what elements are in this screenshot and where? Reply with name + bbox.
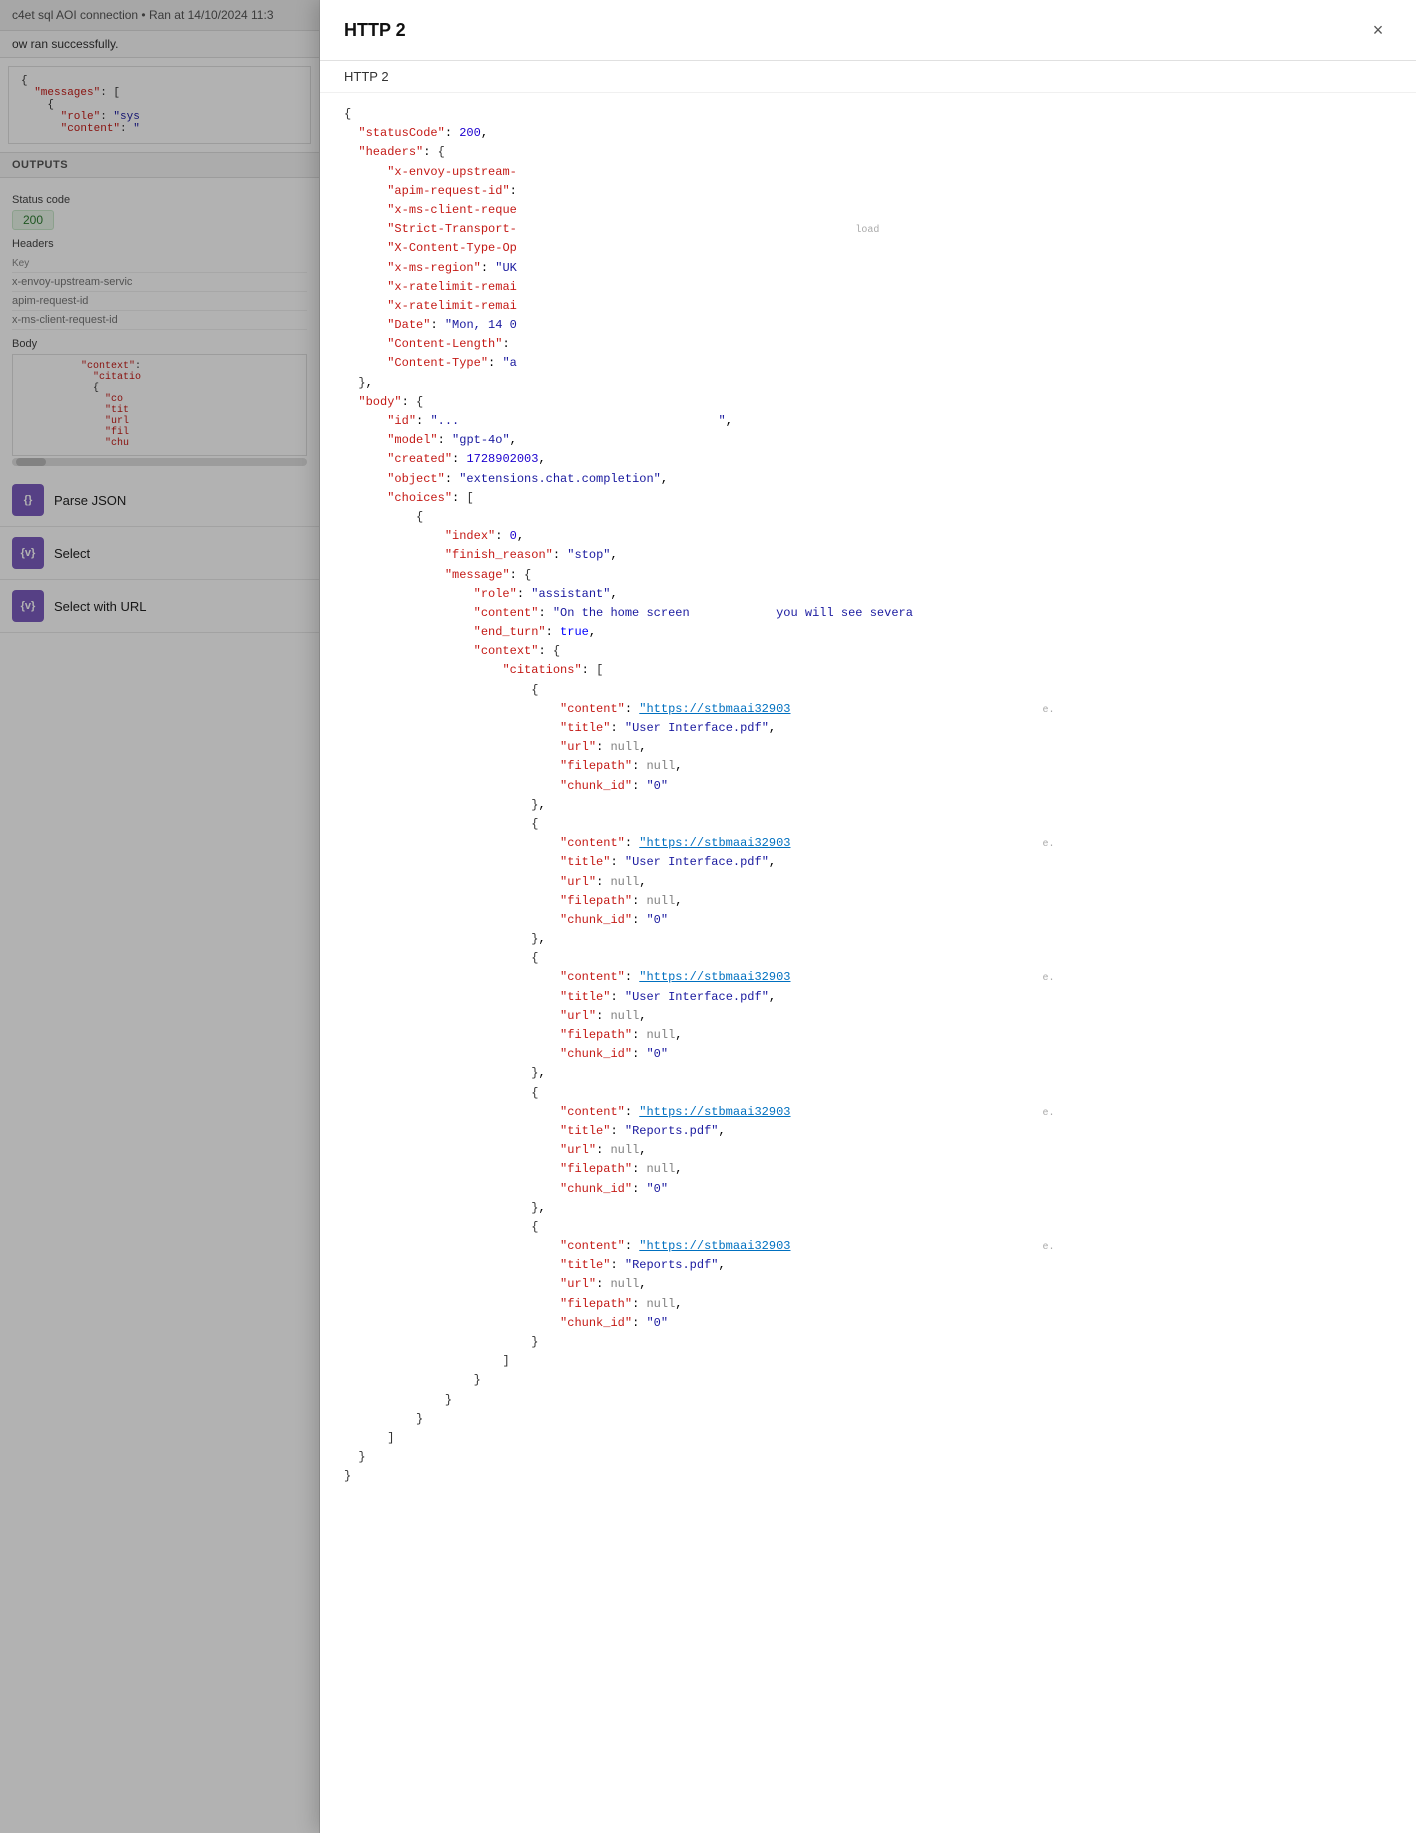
modal-panel: HTTP 2 × HTTP 2 { "statusCode": 200, "he… xyxy=(320,0,1416,1833)
modal-subtitle: HTTP 2 xyxy=(320,61,1416,93)
modal-title: HTTP 2 xyxy=(344,20,406,41)
modal-close-button[interactable]: × xyxy=(1364,16,1392,44)
json-view: { "statusCode": 200, "headers": { "x-env… xyxy=(320,93,1416,1499)
modal-header: HTTP 2 × xyxy=(320,0,1416,61)
modal-body[interactable]: { "statusCode": 200, "headers": { "x-env… xyxy=(320,93,1416,1833)
